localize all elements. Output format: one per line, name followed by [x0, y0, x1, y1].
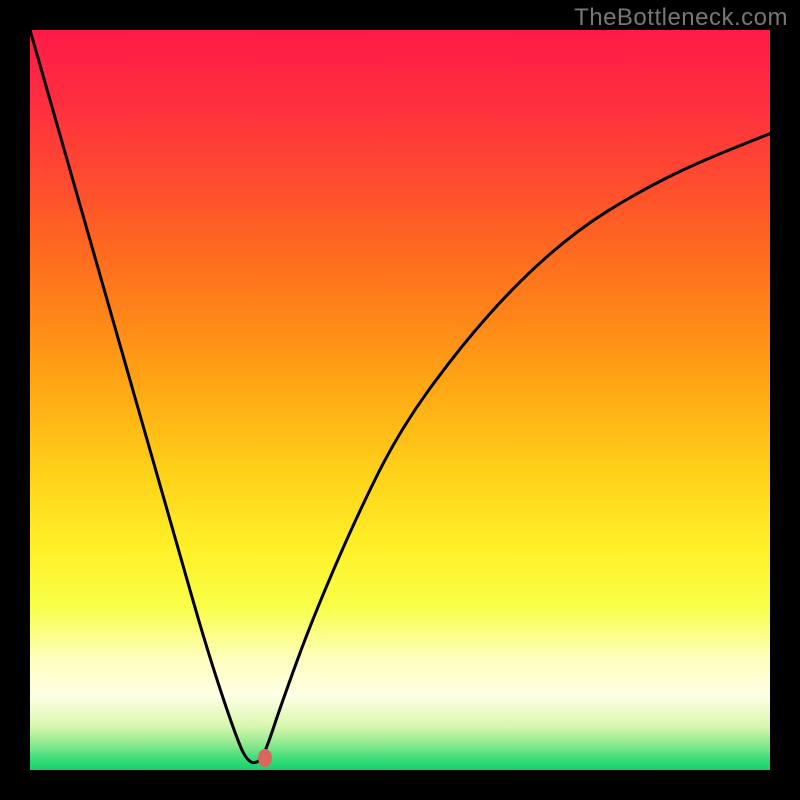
optimum-marker — [258, 749, 272, 767]
plot-area — [30, 30, 770, 770]
chart-frame: TheBottleneck.com — [0, 0, 800, 800]
watermark-text: TheBottleneck.com — [574, 4, 788, 32]
bottleneck-curve — [30, 30, 770, 770]
